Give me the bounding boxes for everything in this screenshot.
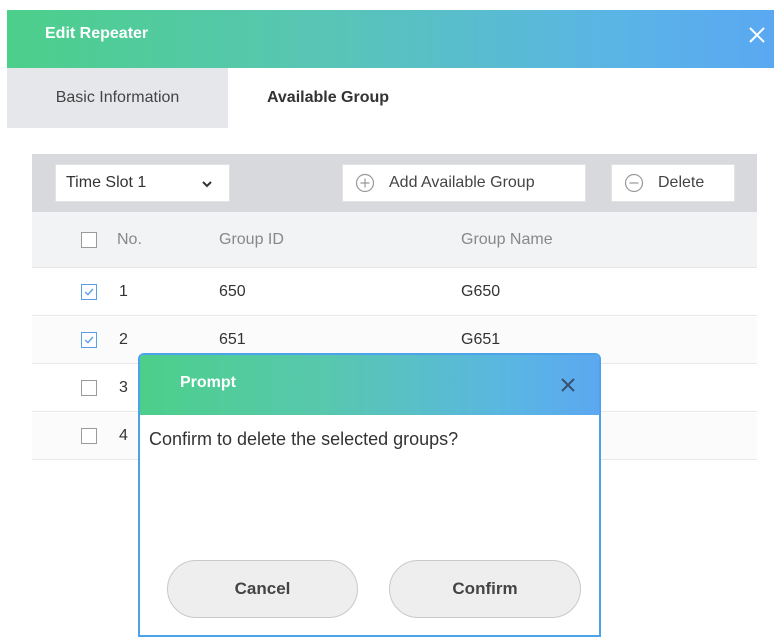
row-group-id: 651: [219, 331, 246, 348]
table-row[interactable]: 1 650 G650: [32, 269, 757, 316]
delete-button[interactable]: Delete: [611, 164, 735, 202]
row-number: 3: [119, 379, 128, 396]
row-checkbox[interactable]: [81, 428, 97, 444]
time-slot-select[interactable]: Time Slot 1: [55, 164, 230, 202]
tab-label: Available Group: [266, 89, 390, 106]
window-header: Edit Repeater: [7, 10, 774, 68]
prompt-dialog: Prompt Confirm to delete the selected gr…: [138, 353, 601, 637]
row-group-id: 650: [219, 283, 246, 300]
time-slot-value: Time Slot 1: [66, 174, 147, 191]
cancel-button[interactable]: Cancel: [167, 560, 358, 618]
tab-available-group[interactable]: Available Group: [228, 68, 428, 128]
row-checkbox[interactable]: [81, 380, 97, 396]
close-icon[interactable]: [558, 375, 578, 395]
checkbox-checked-icon[interactable]: [81, 332, 97, 348]
chevron-down-icon: [202, 181, 212, 188]
row-number: 1: [119, 283, 128, 300]
window-title: Edit Repeater: [45, 25, 149, 42]
tab-basic-information[interactable]: Basic Information: [7, 68, 228, 128]
column-header-group-id: Group ID: [219, 231, 284, 248]
dialog-header: Prompt: [140, 355, 599, 415]
add-available-group-button[interactable]: Add Available Group: [342, 164, 586, 202]
minus-circle-icon: [624, 173, 644, 193]
close-icon[interactable]: [746, 24, 768, 46]
dialog-title: Prompt: [180, 374, 236, 391]
confirm-button-label: Confirm: [452, 579, 518, 598]
table-header: No. Group ID Group Name: [32, 212, 757, 268]
row-number: 4: [119, 427, 128, 444]
row-group-name: G650: [461, 283, 501, 300]
row-number: 2: [119, 331, 128, 348]
dialog-message: Confirm to delete the selected groups?: [149, 429, 459, 449]
row-group-name: G651: [461, 331, 501, 348]
add-button-label: Add Available Group: [389, 174, 535, 191]
tab-label: Basic Information: [55, 89, 180, 106]
select-all-checkbox[interactable]: [81, 232, 97, 248]
delete-button-label: Delete: [658, 174, 705, 191]
column-header-no: No.: [117, 231, 142, 248]
confirm-button[interactable]: Confirm: [389, 560, 581, 618]
checkbox-checked-icon[interactable]: [81, 284, 97, 300]
cancel-button-label: Cancel: [234, 579, 291, 598]
tab-bar: Basic Information Available Group: [7, 68, 774, 128]
toolbar: Time Slot 1 Add Available Group Delete: [32, 154, 757, 212]
column-header-group-name: Group Name: [461, 231, 553, 248]
plus-circle-icon: [355, 173, 375, 193]
